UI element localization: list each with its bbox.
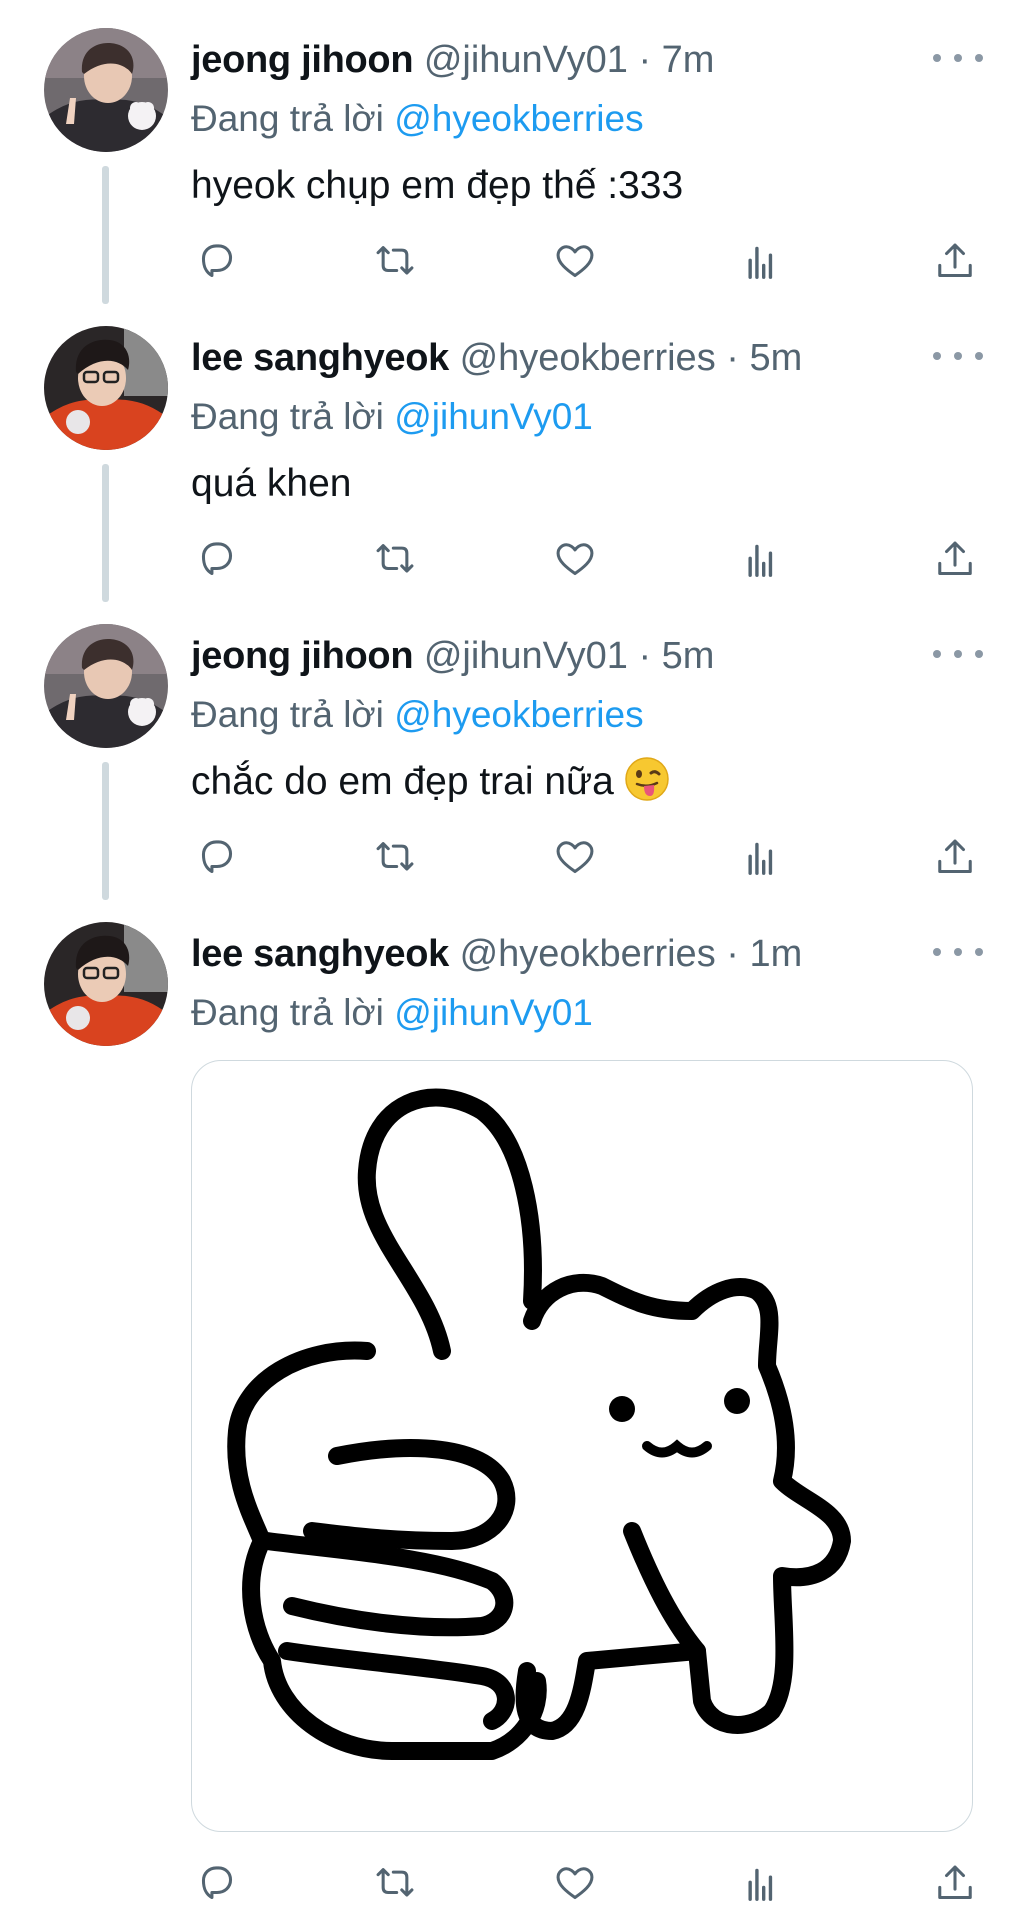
views-bars-icon[interactable]	[736, 1856, 788, 1912]
tweet-header: lee sanghyeok @hyeokberries · 1m	[191, 928, 973, 980]
user-handle[interactable]: @hyeokberries	[460, 933, 716, 975]
tweet-media-image[interactable]	[191, 1060, 973, 1832]
reply-bubble-icon[interactable]	[191, 1856, 243, 1912]
user-handle[interactable]: @jihunVy01	[424, 39, 628, 81]
share-upload-icon[interactable]	[929, 830, 981, 886]
thread-line	[102, 464, 109, 602]
tweet-actions	[191, 532, 981, 588]
reply-mention-link[interactable]: @jihunVy01	[394, 992, 593, 1033]
display-name[interactable]: jeong jihoon	[191, 39, 414, 81]
retweet-icon[interactable]	[369, 532, 421, 588]
views-bars-icon[interactable]	[736, 532, 788, 588]
reply-mention-link[interactable]: @hyeokberries	[394, 694, 643, 735]
heart-icon[interactable]	[549, 1856, 601, 1912]
reply-bubble-icon[interactable]	[191, 234, 243, 290]
tweet[interactable]: lee sanghyeok @hyeokberries · 5m Đang tr…	[0, 298, 1013, 602]
views-bars-icon[interactable]	[736, 234, 788, 290]
thumbs-up-cat-sticker	[227, 1088, 851, 1760]
reply-prefix: Đang trả lời	[191, 396, 384, 437]
reply-mention-link[interactable]: @hyeokberries	[394, 98, 643, 139]
tweet-actions	[191, 830, 981, 886]
replying-to: Đang trả lời @hyeokberries	[191, 690, 644, 740]
tweet[interactable]: jeong jihoon @jihunVy01 · 7m Đang trả lờ…	[0, 0, 1013, 304]
separator-dot: ·	[726, 337, 739, 379]
tweet-header: lee sanghyeok @hyeokberries · 5m	[191, 332, 973, 384]
timestamp[interactable]: 7m	[662, 39, 715, 81]
tweet-header: jeong jihoon @jihunVy01 · 7m	[191, 34, 973, 86]
more-dots-icon[interactable]	[933, 342, 983, 370]
display-name[interactable]: jeong jihoon	[191, 635, 414, 677]
timestamp[interactable]: 5m	[662, 635, 715, 677]
thread-line	[102, 762, 109, 900]
retweet-icon[interactable]	[369, 1856, 421, 1912]
tweet-text: hyeok chụp em đẹp thế :333	[191, 164, 684, 207]
tweet-text: quá khen	[191, 462, 352, 505]
tweet[interactable]: jeong jihoon @jihunVy01 · 5m Đang trả lờ…	[0, 596, 1013, 900]
separator-dot: ·	[726, 933, 739, 975]
retweet-icon[interactable]	[369, 234, 421, 290]
more-dots-icon[interactable]	[933, 938, 983, 966]
separator-dot: ·	[638, 635, 652, 677]
timestamp[interactable]: 1m	[749, 933, 802, 975]
reply-mention-link[interactable]: @jihunVy01	[394, 396, 593, 437]
heart-icon[interactable]	[549, 234, 601, 290]
display-name[interactable]: lee sanghyeok	[191, 337, 449, 379]
tongue-out-emoji-icon	[624, 756, 670, 802]
thread-line	[102, 166, 109, 304]
replying-to: Đang trả lời @jihunVy01	[191, 988, 593, 1038]
reply-bubble-icon[interactable]	[191, 830, 243, 886]
reply-prefix: Đang trả lời	[191, 992, 384, 1033]
user-handle[interactable]: @hyeokberries	[460, 337, 716, 379]
views-bars-icon[interactable]	[736, 830, 788, 886]
reply-bubble-icon[interactable]	[191, 532, 243, 588]
tweet-actions	[191, 234, 981, 290]
tweet-actions	[191, 1856, 981, 1912]
share-upload-icon[interactable]	[929, 532, 981, 588]
replying-to: Đang trả lời @hyeokberries	[191, 94, 644, 144]
reply-prefix: Đang trả lời	[191, 694, 384, 735]
replying-to: Đang trả lời @jihunVy01	[191, 392, 593, 442]
reply-prefix: Đang trả lời	[191, 98, 384, 139]
display-name[interactable]: lee sanghyeok	[191, 933, 449, 975]
avatar[interactable]	[44, 28, 168, 152]
tweet-text: chắc do em đẹp trai nữa	[191, 756, 670, 808]
heart-icon[interactable]	[549, 830, 601, 886]
more-dots-icon[interactable]	[933, 44, 983, 72]
heart-icon[interactable]	[549, 532, 601, 588]
tweet-text-body: chắc do em đẹp trai nữa	[191, 760, 614, 803]
avatar[interactable]	[44, 624, 168, 748]
avatar[interactable]	[44, 922, 168, 1046]
tweet[interactable]: lee sanghyeok @hyeokberries · 1m Đang tr…	[0, 894, 1013, 1920]
timestamp[interactable]: 5m	[749, 337, 802, 379]
user-handle[interactable]: @jihunVy01	[424, 635, 628, 677]
retweet-icon[interactable]	[369, 830, 421, 886]
tweet-header: jeong jihoon @jihunVy01 · 5m	[191, 630, 973, 682]
share-upload-icon[interactable]	[929, 1856, 981, 1912]
more-dots-icon[interactable]	[933, 640, 983, 668]
avatar[interactable]	[44, 326, 168, 450]
separator-dot: ·	[638, 39, 652, 81]
share-upload-icon[interactable]	[929, 234, 981, 290]
